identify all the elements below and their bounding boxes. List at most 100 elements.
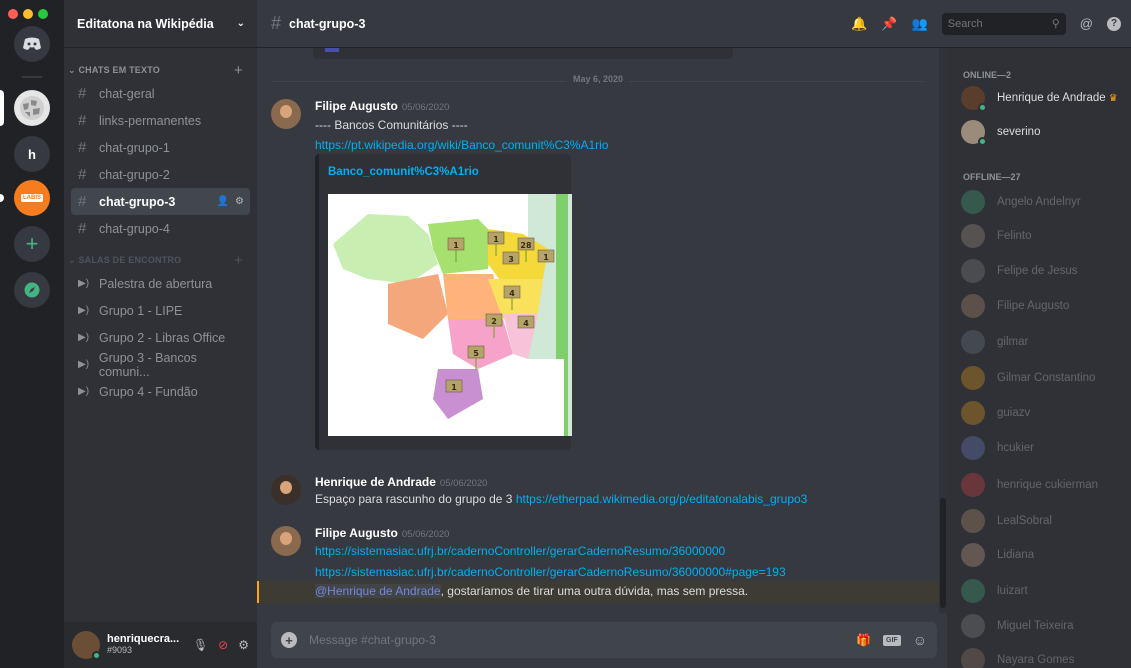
date-divider: May 6, 2020 bbox=[273, 74, 923, 84]
member-name: severino bbox=[997, 126, 1041, 138]
guild-header[interactable]: Editatona na Wikipédia ⌄ bbox=[64, 0, 257, 48]
member-item[interactable]: Gilmar Constantino bbox=[961, 366, 1095, 390]
member-name: Nayara Gomes bbox=[997, 654, 1075, 666]
gear-icon[interactable]: ⚙ bbox=[238, 638, 249, 652]
member-item[interactable]: Miguel Teixeira bbox=[961, 614, 1074, 638]
member-item[interactable]: severino bbox=[961, 120, 1041, 146]
map-count-label: 5 bbox=[473, 349, 479, 358]
member-item[interactable]: gilmar bbox=[961, 330, 1028, 354]
category-voice-channels[interactable]: ⌄ SALAS DE ENCONTRO + bbox=[64, 250, 257, 270]
member-name: hcukier bbox=[997, 442, 1035, 454]
members-icon[interactable]: 👥 bbox=[912, 16, 928, 32]
category-text-channels[interactable]: ⌄ CHATS EM TEXTO + bbox=[64, 60, 257, 80]
voice-channel-grupo-2[interactable]: ▶) Grupo 2 - Libras Office bbox=[71, 324, 250, 351]
search-icon: ⚲ bbox=[1051, 18, 1060, 30]
member-avatar bbox=[961, 473, 985, 497]
message-author[interactable]: Filipe Augusto bbox=[315, 526, 398, 540]
member-item[interactable]: Filipe Augusto bbox=[961, 294, 1069, 318]
gif-icon[interactable]: GIF bbox=[883, 634, 901, 646]
message-input[interactable] bbox=[309, 633, 857, 647]
gift-icon[interactable]: 🎁 bbox=[856, 633, 871, 647]
message-link[interactable]: https://sistemasiac.ufrj.br/cadernoContr… bbox=[315, 565, 786, 579]
member-item[interactable]: luizart bbox=[961, 579, 1028, 603]
minimize-window-button[interactable] bbox=[23, 9, 33, 19]
add-attachment-button[interactable]: + bbox=[281, 632, 297, 648]
server-wikipedia[interactable] bbox=[14, 90, 50, 126]
message-link[interactable]: https://sistemasiac.ufrj.br/cadernoContr… bbox=[315, 544, 725, 558]
invite-icon[interactable]: 👤 bbox=[217, 196, 229, 207]
message-link[interactable]: https://pt.wikipedia.org/wiki/Banco_comu… bbox=[315, 138, 608, 152]
message-text: ---- Bancos Comunitários ---- bbox=[315, 118, 468, 132]
message-text: Espaço para rascunho do grupo de 3 bbox=[315, 492, 516, 506]
embed-title[interactable]: Banco_comunit%C3%A1rio bbox=[328, 166, 479, 178]
voice-channel-grupo-4[interactable]: ▶) Grupo 4 - Fundão bbox=[71, 378, 250, 405]
user-name-block[interactable]: henriquecra... #9093 bbox=[107, 634, 193, 656]
embed-image[interactable]: 1 1 28 3 1 4 2 4 5 1 bbox=[328, 194, 572, 436]
member-name: Miguel Teixeira bbox=[997, 620, 1074, 632]
online-header: ONLINE—2 bbox=[963, 70, 1012, 80]
online-status-dot bbox=[978, 103, 987, 112]
mentioned-message-row: @Henrique de Andrade, gostaríamos de tir… bbox=[257, 581, 939, 603]
channel-chat-grupo-3[interactable]: # chat-grupo-3 👤 ⚙ bbox=[71, 188, 250, 215]
help-icon[interactable]: ? bbox=[1107, 16, 1121, 31]
voice-channel-palestra[interactable]: ▶) Palestra de abertura bbox=[71, 270, 250, 297]
message-author[interactable]: Filipe Augusto bbox=[315, 99, 398, 113]
voice-channel-grupo-3[interactable]: ▶) Grupo 3 - Bancos comuni... bbox=[71, 350, 250, 379]
server-labis[interactable]: LABIS bbox=[14, 180, 50, 216]
search-box[interactable]: ⚲ bbox=[941, 12, 1066, 35]
pin-icon[interactable]: 📌 bbox=[881, 16, 897, 32]
emoji-icon[interactable]: ☺ bbox=[913, 632, 927, 648]
user-tag: #9093 bbox=[107, 645, 133, 655]
channel-title: chat-grupo-3 bbox=[289, 16, 366, 31]
member-item[interactable]: guiazv bbox=[961, 401, 1030, 425]
member-list: ONLINE—2 Henrique de Andrade ♛ severino O… bbox=[947, 48, 1131, 668]
member-item[interactable]: Felinto bbox=[961, 224, 1032, 248]
member-item[interactable]: Felipe de Jesus bbox=[961, 259, 1078, 283]
channel-chat-grupo-2[interactable]: # chat-grupo-2 bbox=[71, 161, 250, 188]
bell-icon[interactable]: 🔔 bbox=[851, 16, 867, 32]
message-timestamp: 05/06/2020 bbox=[439, 478, 488, 489]
member-item[interactable]: henrique cukierman bbox=[961, 473, 1098, 497]
channel-label: Grupo 3 - Bancos comuni... bbox=[98, 350, 197, 379]
previous-embed bbox=[313, 48, 733, 59]
add-server-button[interactable]: + bbox=[14, 226, 50, 262]
create-channel-icon[interactable]: + bbox=[234, 252, 243, 269]
scrollbar-thumb[interactable] bbox=[940, 498, 946, 608]
user-avatar[interactable] bbox=[72, 631, 101, 660]
member-item[interactable]: LealSobral bbox=[961, 509, 1052, 533]
member-item[interactable]: Lidiana bbox=[961, 543, 1034, 567]
member-item[interactable]: Nayara Gomes bbox=[961, 648, 1074, 668]
server-home[interactable] bbox=[14, 26, 50, 62]
member-item[interactable]: Henrique de Andrade ♛ bbox=[961, 86, 1118, 112]
channel-chat-geral[interactable]: # chat-geral bbox=[71, 80, 250, 107]
plus-icon: + bbox=[25, 231, 39, 256]
deafen-icon[interactable]: ⊘ bbox=[218, 638, 228, 652]
voice-channel-grupo-1[interactable]: ▶) Grupo 1 - LIPE bbox=[71, 297, 250, 324]
chevron-down-icon: ⌄ bbox=[68, 254, 79, 265]
search-input[interactable] bbox=[947, 17, 1038, 30]
server-h[interactable]: h bbox=[14, 136, 50, 172]
author-avatar[interactable] bbox=[271, 526, 301, 556]
mute-mic-icon[interactable]: 🎙 bbox=[193, 638, 208, 652]
channel-chat-grupo-4[interactable]: # chat-grupo-4 bbox=[71, 215, 250, 242]
channel-links-permanentes[interactable]: # links-permanentes bbox=[71, 107, 250, 134]
message-link[interactable]: https://etherpad.wikimedia.org/p/editato… bbox=[516, 492, 808, 506]
channel-chat-grupo-1[interactable]: # chat-grupo-1 bbox=[71, 134, 250, 161]
user-name: henriquecra... bbox=[107, 633, 180, 645]
member-avatar bbox=[961, 259, 985, 283]
explore-servers-button[interactable] bbox=[14, 272, 50, 308]
message-author[interactable]: Henrique de Andrade bbox=[315, 475, 436, 489]
author-avatar[interactable] bbox=[271, 475, 301, 505]
mention-icon[interactable]: @ bbox=[1080, 16, 1093, 31]
close-window-button[interactable] bbox=[8, 9, 18, 19]
zoom-window-button[interactable] bbox=[38, 9, 48, 19]
gear-icon[interactable]: ⚙ bbox=[235, 196, 244, 207]
user-mention[interactable]: @Henrique de Andrade bbox=[315, 584, 441, 598]
member-avatar bbox=[961, 579, 985, 603]
create-channel-icon[interactable]: + bbox=[234, 62, 243, 79]
message-scrollbar[interactable] bbox=[939, 48, 947, 613]
member-item[interactable]: Angelo Andelnyr bbox=[961, 190, 1081, 214]
member-name: gilmar bbox=[997, 336, 1029, 348]
member-item[interactable]: hcukier bbox=[961, 436, 1034, 460]
author-avatar[interactable] bbox=[271, 99, 301, 129]
